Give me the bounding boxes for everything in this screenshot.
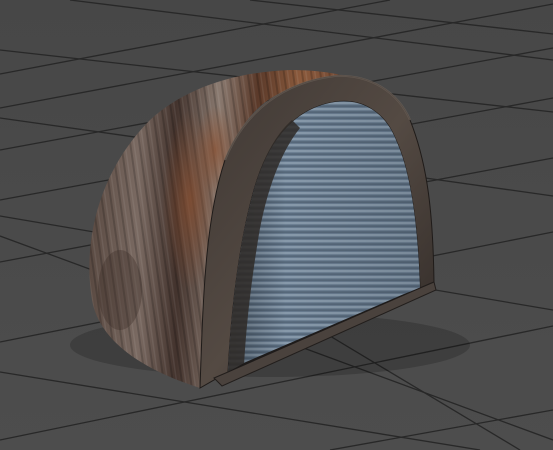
viewport-canvas[interactable] bbox=[0, 0, 553, 450]
3d-viewport[interactable] bbox=[0, 0, 553, 450]
shadow-patch bbox=[98, 250, 142, 330]
